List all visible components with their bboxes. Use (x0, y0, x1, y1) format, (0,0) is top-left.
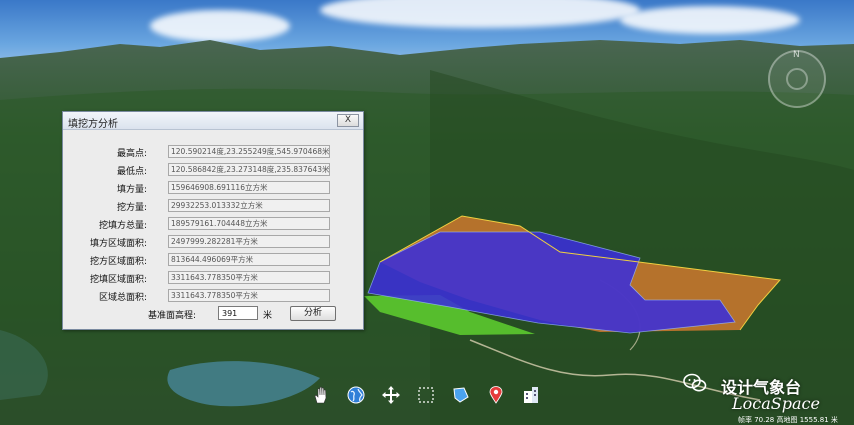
field-label: 最高点: (116, 149, 147, 159)
watermark-brand: LocaSpace (732, 394, 820, 413)
field-row-cut-volume: 挖方量: 29932253.013332立方米 (63, 199, 363, 213)
move-arrows-icon[interactable] (381, 385, 401, 405)
field-label: 挖方区域面积: (89, 257, 147, 267)
compass-north-label: N (793, 50, 800, 60)
field-row-fill-area: 填方区域面积: 2497999.282281平方米 (63, 235, 363, 249)
compass-ring[interactable] (786, 68, 808, 90)
analyze-button[interactable]: 分析 (290, 306, 336, 321)
field-label: 区域总面积: (98, 293, 147, 303)
field-row-highest-point: 最高点: 120.590214度,23.255249度,545.970468米 (63, 145, 363, 159)
area-measure-icon[interactable] (451, 385, 471, 405)
field-label: 填方区域面积: (89, 239, 147, 249)
fill-volume-field[interactable]: 159646908.691116立方米 (168, 181, 330, 194)
unit-label: 米 (263, 311, 273, 321)
close-button[interactable]: X (337, 114, 359, 127)
field-label: 挖方量: (116, 203, 147, 213)
total-area-field[interactable]: 3311643.778350平方米 (168, 289, 330, 302)
field-label: 填方量: (116, 185, 147, 195)
field-label: 挖填方总量: (98, 221, 147, 231)
highest-point-field[interactable]: 120.590214度,23.255249度,545.970468米 (168, 145, 330, 158)
field-label: 最低点: (116, 167, 147, 177)
lowest-point-field[interactable]: 120.586842度,23.273148度,235.837643米 (168, 163, 330, 176)
fill-area-field[interactable]: 2497999.282281平方米 (168, 235, 330, 248)
dialog-title: 填挖方分析 (68, 119, 118, 130)
hand-pan-icon[interactable] (311, 385, 331, 405)
location-pin-icon[interactable] (486, 385, 506, 405)
cut-fill-analysis-dialog: 填挖方分析 X 最高点: 120.590214度,23.255249度,545.… (62, 111, 364, 330)
cut-area-field[interactable]: 813644.496069平方米 (168, 253, 330, 266)
field-row-cut-fill-area: 挖填区域面积: 3311643.778350平方米 (63, 271, 363, 285)
base-elevation-input[interactable] (218, 306, 258, 320)
wechat-icon (683, 373, 707, 392)
base-elevation-label: 基准面高程: (148, 311, 197, 321)
field-row-lowest-point: 最低点: 120.586842度,23.273148度,235.837643米 (63, 163, 363, 177)
total-volume-field[interactable]: 189579161.704448立方米 (168, 217, 330, 230)
compass-control[interactable]: N (768, 50, 826, 108)
status-bar: 帧率 70.28 高地图 1555.81 米 (738, 416, 838, 424)
globe-icon[interactable] (346, 385, 366, 405)
field-row-total-area: 区域总面积: 3311643.778350平方米 (63, 289, 363, 303)
building-icon[interactable] (521, 385, 541, 405)
cut-fill-area-field[interactable]: 3311643.778350平方米 (168, 271, 330, 284)
dialog-titlebar[interactable]: 填挖方分析 X (63, 112, 363, 130)
field-row-total-volume: 挖填方总量: 189579161.704448立方米 (63, 217, 363, 231)
field-row-fill-volume: 填方量: 159646908.691116立方米 (63, 181, 363, 195)
cut-volume-field[interactable]: 29932253.013332立方米 (168, 199, 330, 212)
field-row-cut-area: 挖方区域面积: 813644.496069平方米 (63, 253, 363, 267)
field-label: 挖填区域面积: (89, 275, 147, 285)
select-rectangle-icon[interactable] (416, 385, 436, 405)
